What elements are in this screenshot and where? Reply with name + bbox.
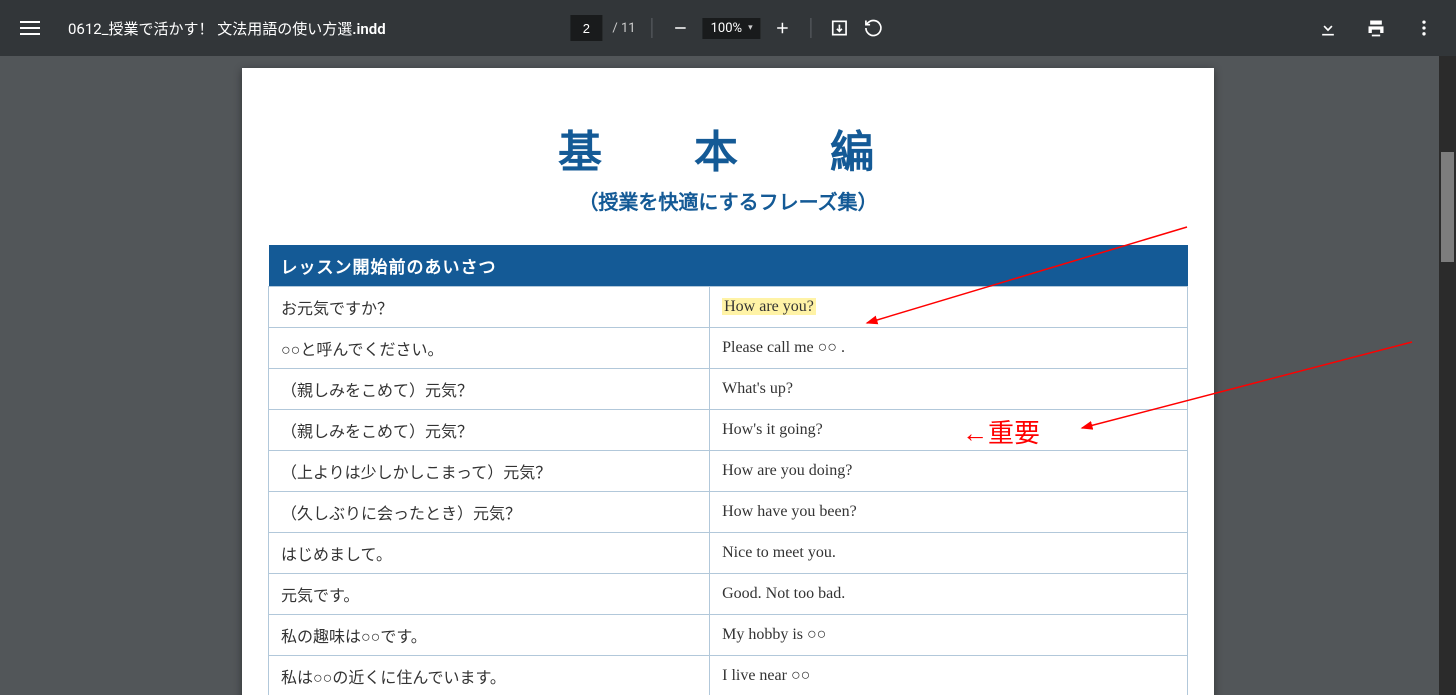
scrollbar-thumb[interactable] xyxy=(1441,152,1454,262)
print-button[interactable] xyxy=(1364,16,1388,40)
page-subtitle: （授業を快適にするフレーズ集） xyxy=(268,186,1188,215)
zoom-out-button[interactable] xyxy=(669,16,693,40)
phrase-en: Nice to meet you. xyxy=(710,533,1188,574)
zoom-level-select[interactable]: 100% xyxy=(703,18,761,39)
menu-icon[interactable] xyxy=(20,16,44,40)
table-row: （久しぶりに会ったとき）元気？How have you been? xyxy=(269,492,1188,533)
table-row: （上よりは少しかしこまって）元気？How are you doing? xyxy=(269,451,1188,492)
zoom-in-button[interactable] xyxy=(771,16,795,40)
fit-to-page-button[interactable] xyxy=(828,16,852,40)
table-row: 私の趣味は○○です。My hobby is ○○ xyxy=(269,615,1188,656)
table-row: ○○と呼んでください。Please call me ○○ . xyxy=(269,328,1188,369)
table-row: 私は○○の近くに住んでいます。I live near ○○ xyxy=(269,656,1188,695)
phrase-jp: 私の趣味は○○です。 xyxy=(269,615,710,656)
phrase-jp: 元気です。 xyxy=(269,574,710,615)
phrase-jp: （親しみをこめて）元気？ xyxy=(269,369,710,410)
pdf-toolbar: 0612_授業で活かす！ 文法用語の使い方選.indd / 11 100% xyxy=(0,0,1456,56)
phrase-en: How are you? xyxy=(710,287,1188,328)
pdf-viewport[interactable]: 基 本 編 （授業を快適にするフレーズ集） レッスン開始前のあいさつ お元気です… xyxy=(0,56,1456,695)
more-options-button[interactable] xyxy=(1412,16,1436,40)
page-number-input[interactable] xyxy=(570,15,602,41)
page-total-label: / 11 xyxy=(612,21,635,36)
document-filename: 0612_授業で活かす！ 文法用語の使い方選.indd xyxy=(68,18,386,39)
phrase-en: Good. Not too bad. xyxy=(710,574,1188,615)
phrase-en: My hobby is ○○ xyxy=(710,615,1188,656)
download-button[interactable] xyxy=(1316,16,1340,40)
phrase-jp: はじめまして。 xyxy=(269,533,710,574)
table-row: （親しみをこめて）元気？How's it going? xyxy=(269,410,1188,451)
rotate-button[interactable] xyxy=(862,16,886,40)
phrase-en: Please call me ○○ . xyxy=(710,328,1188,369)
phrase-en: How have you been? xyxy=(710,492,1188,533)
phrase-en: How are you doing? xyxy=(710,451,1188,492)
table-row: はじめまして。Nice to meet you. xyxy=(269,533,1188,574)
phrase-jp: （親しみをこめて）元気？ xyxy=(269,410,710,451)
phrase-jp: ○○と呼んでください。 xyxy=(269,328,710,369)
section-header: レッスン開始前のあいさつ xyxy=(269,245,1188,287)
page-title: 基 本 編 xyxy=(268,116,1188,180)
table-row: お元気ですか？ How are you? xyxy=(269,287,1188,328)
table-row: 元気です。Good. Not too bad. xyxy=(269,574,1188,615)
phrase-jp: （上よりは少しかしこまって）元気？ xyxy=(269,451,710,492)
phrase-jp: 私は○○の近くに住んでいます。 xyxy=(269,656,710,695)
phrase-en: What's up? xyxy=(710,369,1188,410)
divider xyxy=(811,18,812,38)
table-row: （親しみをこめて）元気？What's up? xyxy=(269,369,1188,410)
phrase-en: How's it going? xyxy=(710,410,1188,451)
divider xyxy=(652,18,653,38)
phrase-en: I live near ○○ xyxy=(710,656,1188,695)
scrollbar-track[interactable] xyxy=(1439,56,1456,695)
phrase-table: レッスン開始前のあいさつ お元気ですか？ How are you? ○○と呼んでくだ… xyxy=(268,245,1188,695)
pdf-page: 基 本 編 （授業を快適にするフレーズ集） レッスン開始前のあいさつ お元気です… xyxy=(242,68,1214,695)
phrase-jp: お元気ですか？ xyxy=(269,287,710,328)
highlighted-text: How are you? xyxy=(722,298,816,315)
phrase-jp: （久しぶりに会ったとき）元気？ xyxy=(269,492,710,533)
